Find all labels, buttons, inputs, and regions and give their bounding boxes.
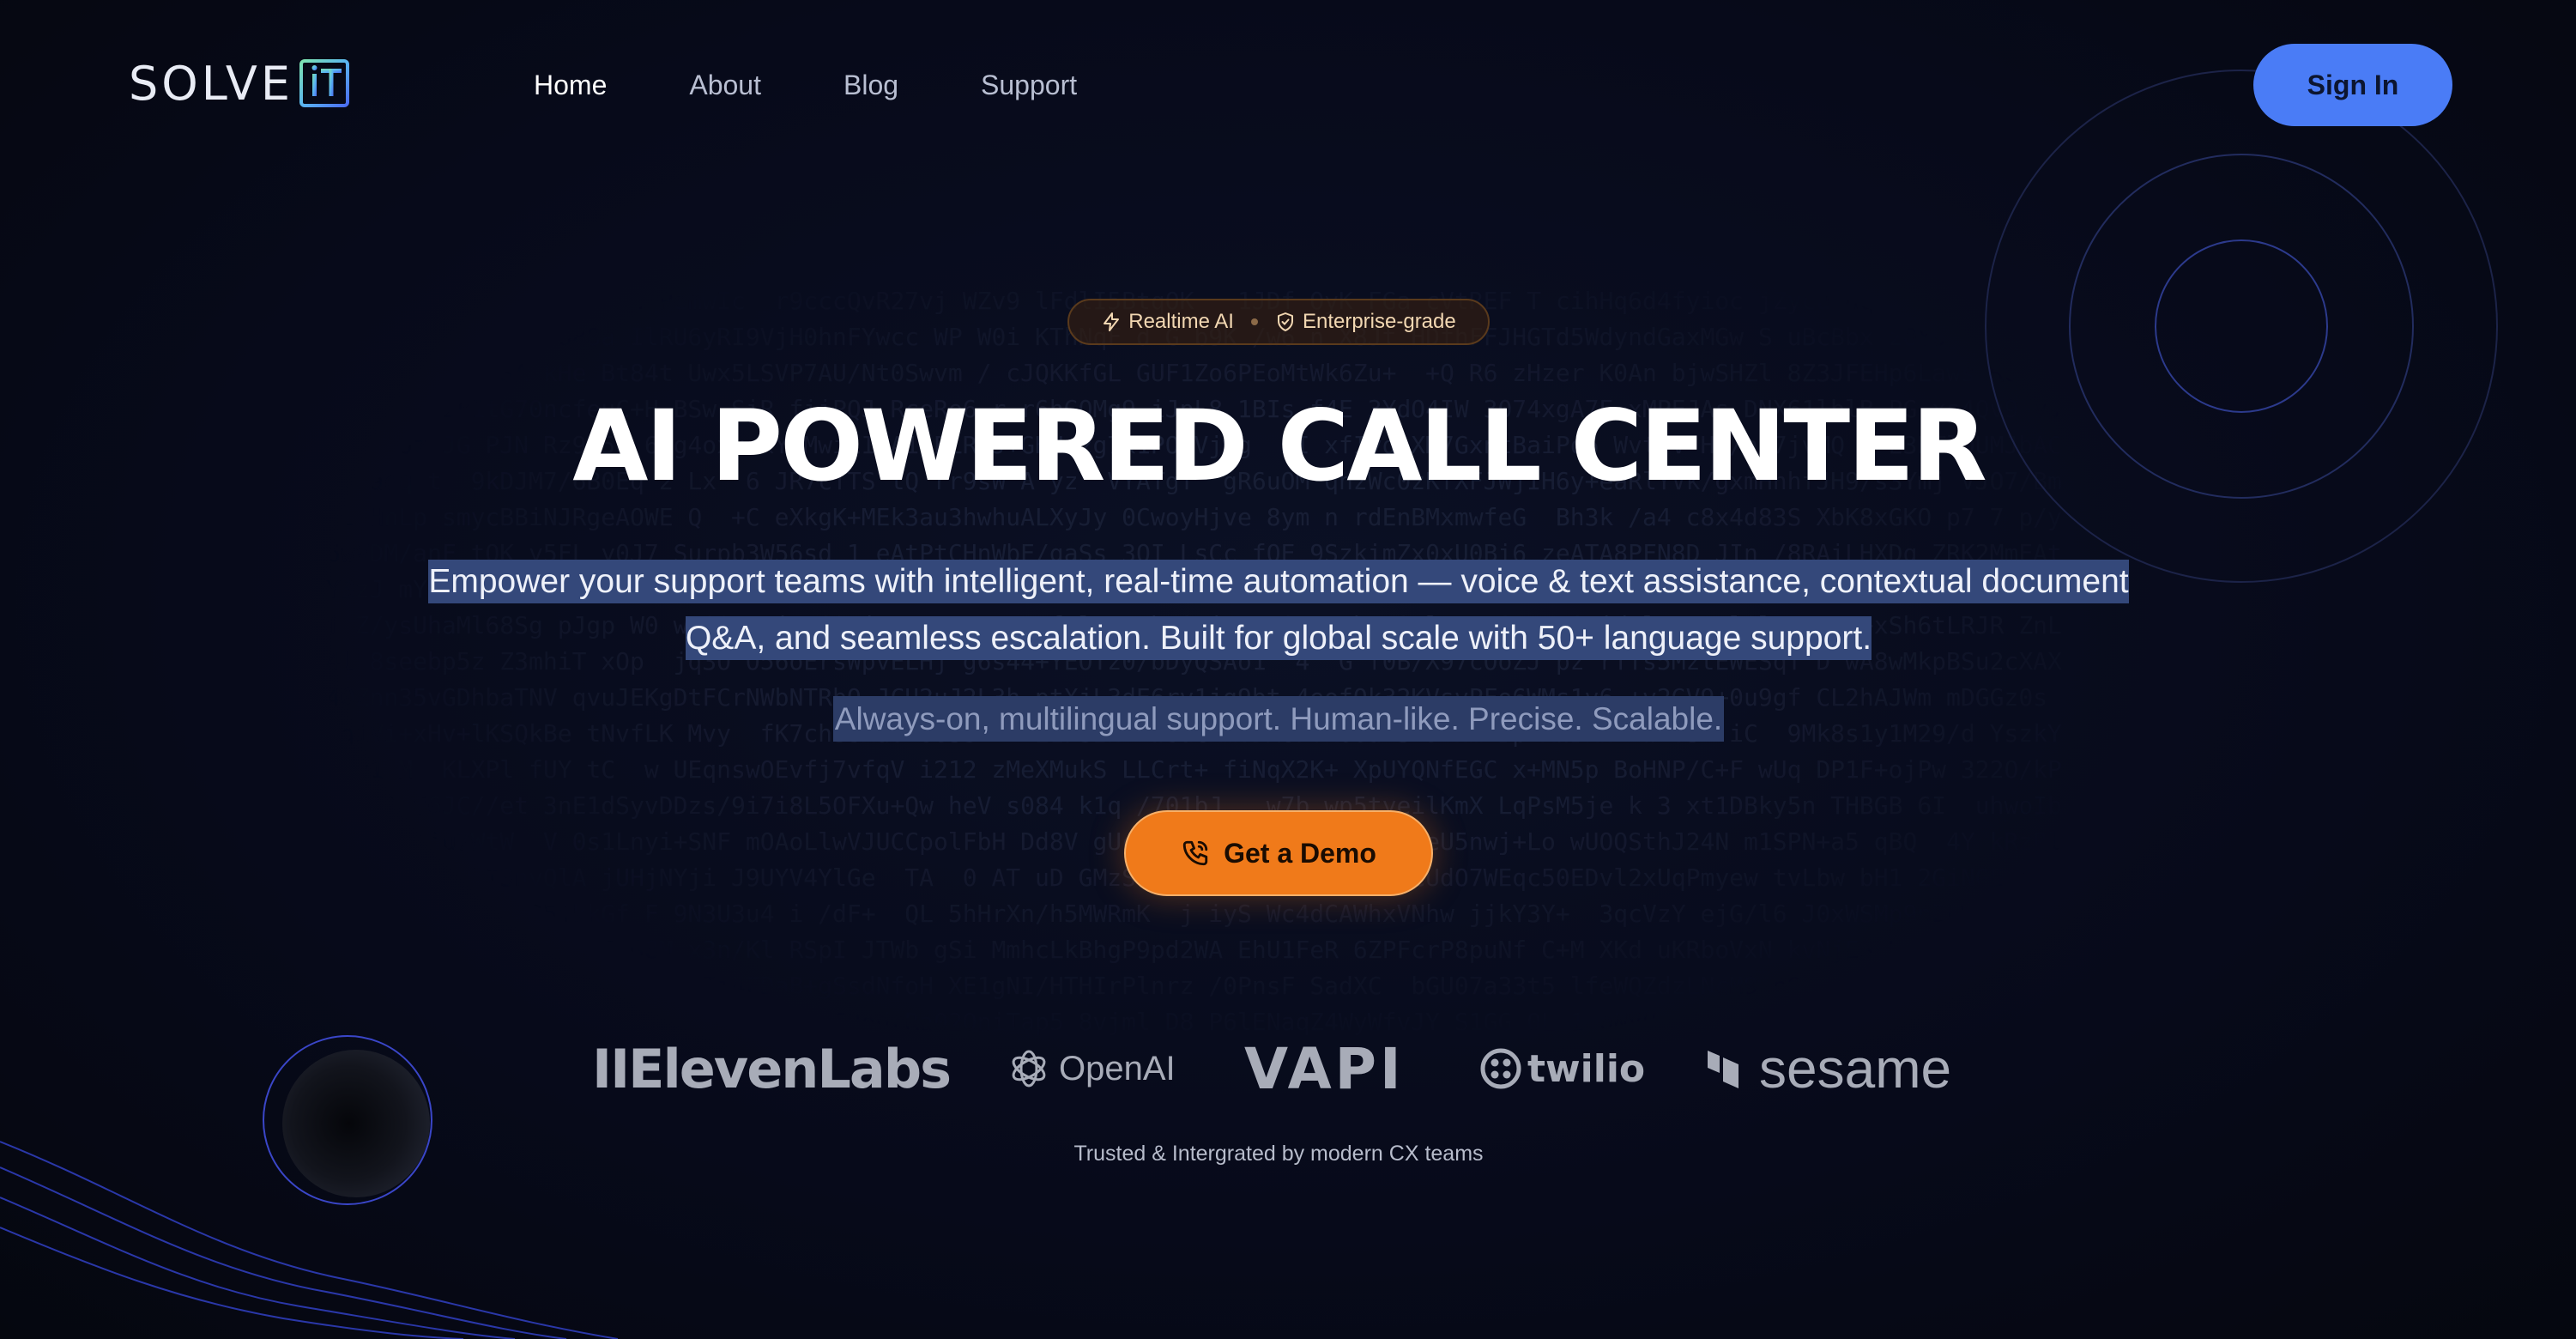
hero-subtitle: Empower your support teams with intellig…: [420, 554, 2137, 667]
lightning-icon: [1104, 312, 1120, 331]
get-demo-label: Get a Demo: [1224, 837, 1376, 869]
elevenlabs-logo: IIElevenLabs: [592, 1030, 952, 1107]
top-navigation: SOLVE Home About Blog Support Sign In: [0, 0, 2576, 172]
badge-enterprise-label: Enterprise-grade: [1302, 310, 1456, 333]
openai-knot-icon: [1012, 1050, 1046, 1088]
twilio-wordmark: twilio: [1527, 1046, 1646, 1091]
partner-logos: IIElevenLabs OpenAI VAPI twilio sesame: [592, 1030, 1965, 1107]
twilio-logo: twilio: [1479, 1030, 1645, 1107]
shield-icon: [1277, 312, 1293, 331]
elevenlabs-wordmark: IIElevenLabs: [592, 1037, 952, 1100]
hero-subtitle-text: Empower your support teams with intellig…: [428, 560, 2129, 660]
phone-icon: [1182, 840, 1208, 866]
sign-in-button[interactable]: Sign In: [2253, 44, 2452, 126]
trusted-caption: Trusted & Intergrated by modern CX teams: [1073, 1142, 1484, 1166]
hero-headline: AI POWERED CALL CENTER: [572, 389, 1987, 503]
feature-badge: Realtime AI Enterprise-grade: [1067, 299, 1490, 345]
nav-link-home[interactable]: Home: [534, 62, 607, 108]
badge-realtime-label: Realtime AI: [1128, 310, 1234, 333]
landing-page: j cFlSq PKfD+cMjR/OVxW PemwIc r9cccQvR27…: [0, 0, 2576, 1339]
get-demo-button[interactable]: Get a Demo: [1124, 810, 1433, 896]
vapi-logo: VAPI: [1244, 1030, 1405, 1107]
sesame-mark-icon: [1708, 1051, 1738, 1088]
solveit-logo[interactable]: SOLVE: [129, 56, 350, 111]
nav-link-support[interactable]: Support: [981, 62, 1077, 108]
twilio-circle-icon: [1480, 1048, 1521, 1089]
logo-text: SOLVE: [129, 56, 293, 111]
nav-link-about[interactable]: About: [689, 62, 761, 108]
nav-links: Home About Blog Support: [534, 62, 1159, 108]
logo-mark-icon: [299, 59, 349, 107]
badge-separator: [1250, 318, 1258, 325]
openai-wordmark: OpenAI: [1059, 1049, 1176, 1088]
vapi-wordmark: VAPI: [1244, 1035, 1405, 1102]
hero-tagline: Always-on, multilingual support. Human-l…: [0, 694, 2557, 745]
hero-tagline-text: Always-on, multilingual support. Human-l…: [832, 696, 1725, 742]
sesame-logo: sesame: [1704, 1030, 1951, 1107]
openai-logo: OpenAI: [1007, 1030, 1176, 1107]
nav-link-blog[interactable]: Blog: [844, 62, 898, 108]
sesame-wordmark: sesame: [1759, 1038, 1952, 1100]
